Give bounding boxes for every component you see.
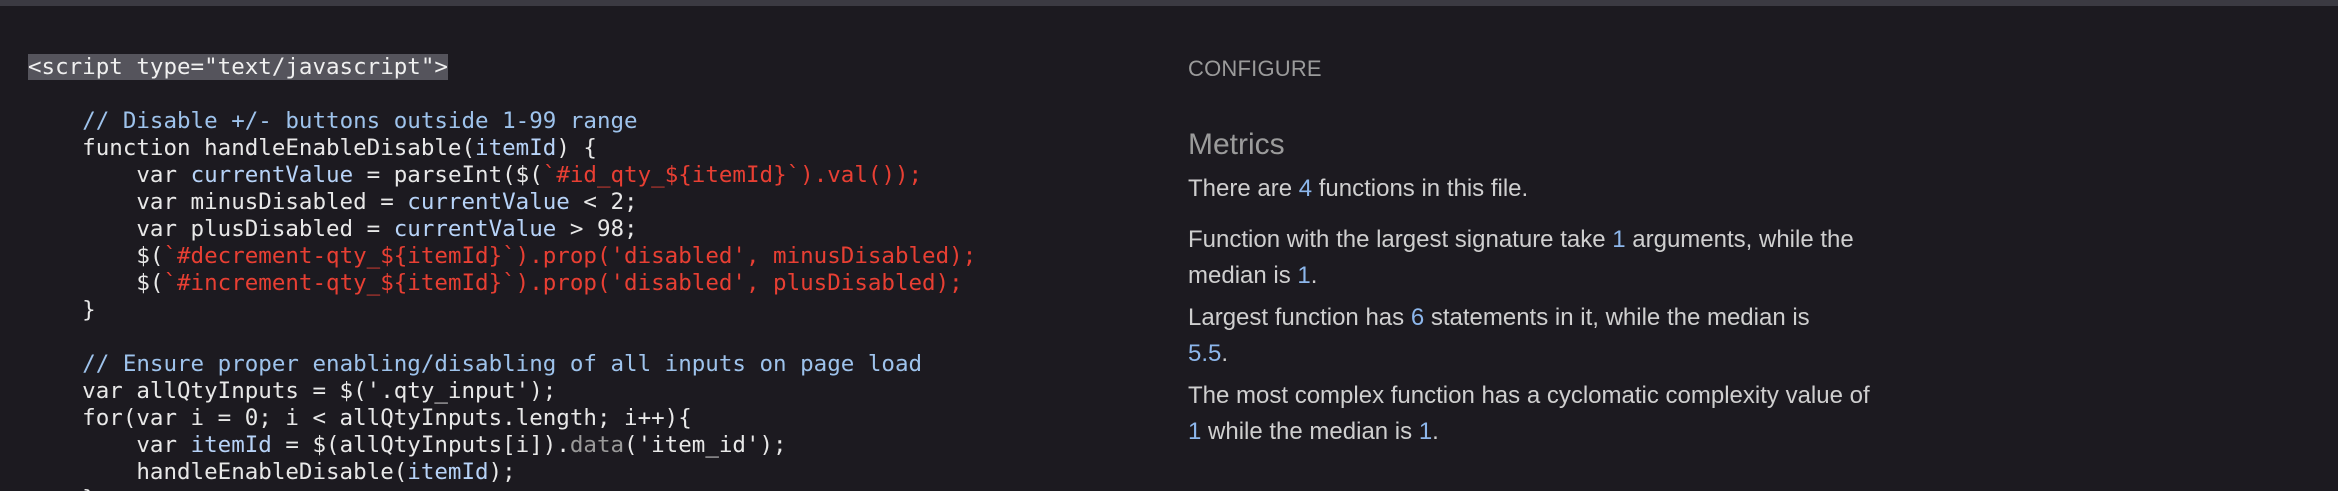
- metric-complexity: The most complex function has a cyclomat…: [1188, 378, 1888, 450]
- code-token: function handleEnableDisable(: [28, 135, 476, 161]
- code-token: }: [28, 297, 96, 323]
- metric-text: functions in this file.: [1312, 175, 1529, 202]
- complexity-value: 1: [1188, 418, 1202, 445]
- code-token: <script type="text/javascript">: [28, 54, 448, 80]
- code-token: currentValue: [393, 216, 557, 242]
- metric-text: .: [1221, 340, 1229, 367]
- signature-median-value: 1: [1297, 262, 1311, 289]
- code-token: = parseInt($(: [353, 162, 543, 188]
- metric-text: There are: [1188, 175, 1299, 202]
- code-line: function handleEnableDisable(itemId) {: [28, 135, 597, 162]
- code-token: = $(allQtyInputs[i]).: [271, 432, 570, 458]
- metric-statements: Largest function has 6 statements in it,…: [1188, 300, 1848, 372]
- metric-text: .: [1432, 418, 1439, 445]
- code-token: ) {: [556, 135, 597, 161]
- code-token: var: [28, 162, 191, 188]
- code-token: `#id_qty_${itemId}`: [542, 162, 801, 188]
- largest-statements-value: 6: [1410, 304, 1425, 331]
- window-top-bar: [0, 0, 2338, 6]
- code-line: }: [28, 297, 96, 324]
- code-line: <script type="text/javascript">: [28, 54, 448, 81]
- code-line: var plusDisabled = currentValue > 98;: [28, 216, 638, 243]
- code-editor[interactable]: <script type="text/javascript"> // Disab…: [28, 54, 1148, 491]
- code-line: var minusDisabled = currentValue < 2;: [28, 189, 638, 216]
- code-token: > 98;: [556, 216, 638, 242]
- metric-text: Largest function has: [1188, 304, 1411, 331]
- code-token: handleEnableDisable(: [28, 459, 408, 485]
- code-token: );: [488, 459, 516, 485]
- metric-function-count: There are 4 functions in this file.: [1188, 171, 1908, 207]
- code-line: // Ensure proper enabling/disabling of a…: [28, 351, 922, 378]
- metric-text: The most complex function has a cyclomat…: [1188, 382, 1870, 409]
- code-line: var allQtyInputs = $('.qty_input');: [28, 378, 556, 405]
- code-line: $(`#decrement-qty_${itemId}`).prop('disa…: [28, 243, 976, 270]
- configure-panel: CONFIGURE Metrics There are 4 functions …: [1188, 52, 1908, 472]
- code-token: for(var i = 0; i < allQtyInputs.length; …: [28, 405, 692, 431]
- code-token: currentValue: [407, 189, 570, 215]
- code-token: itemId: [407, 459, 489, 485]
- code-token: ).val());: [800, 162, 923, 188]
- code-token: // Ensure proper enabling/disabling of a…: [82, 351, 923, 377]
- code-token: $(: [28, 243, 164, 269]
- metrics-heading: Metrics: [1188, 128, 1285, 161]
- code-token: var minusDisabled =: [28, 189, 408, 215]
- metric-text: .: [1310, 262, 1318, 289]
- code-token: `#decrement-qty_${itemId}`).prop('disabl…: [163, 243, 977, 269]
- complexity-median-value: 1: [1418, 418, 1433, 445]
- code-token: }: [28, 486, 96, 491]
- statements-median-value: 5.5: [1188, 340, 1222, 367]
- code-line: for(var i = 0; i < allQtyInputs.length; …: [28, 405, 692, 432]
- code-token: `#increment-qty_${itemId}`).prop('disabl…: [163, 270, 963, 296]
- largest-signature-value: 1: [1612, 226, 1626, 253]
- code-line: }: [28, 486, 96, 491]
- metric-signature: Function with the largest signature take…: [1188, 222, 1888, 294]
- code-token: $(: [28, 270, 164, 296]
- code-token: < 2;: [569, 189, 638, 215]
- code-line: // Disable +/- buttons outside 1-99 rang…: [28, 108, 638, 135]
- code-line: var currentValue = parseInt($(`#id_qty_$…: [28, 162, 922, 189]
- code-token: data: [569, 432, 625, 458]
- metric-text: Function with the largest signature take: [1188, 226, 1613, 253]
- code-token: ('item_id');: [624, 432, 787, 458]
- metric-text: statements in it, while the median is: [1424, 304, 1810, 331]
- code-token: currentValue: [190, 162, 354, 188]
- code-token: // Disable +/- buttons outside 1-99 rang…: [82, 108, 638, 134]
- code-line: var itemId = $(allQtyInputs[i]).data('it…: [28, 432, 787, 459]
- code-line: handleEnableDisable(itemId);: [28, 459, 516, 486]
- code-token: var plusDisabled =: [28, 216, 394, 242]
- code-token: var: [28, 432, 191, 458]
- code-token: var allQtyInputs = $('.qty_input');: [28, 378, 557, 404]
- code-token: itemId: [190, 432, 272, 458]
- metric-text: while the median is: [1201, 418, 1419, 445]
- code-token: itemId: [475, 135, 557, 161]
- configure-label[interactable]: CONFIGURE: [1188, 56, 1322, 82]
- code-line: $(`#increment-qty_${itemId}`).prop('disa…: [28, 270, 963, 297]
- function-count-value: 4: [1298, 175, 1313, 202]
